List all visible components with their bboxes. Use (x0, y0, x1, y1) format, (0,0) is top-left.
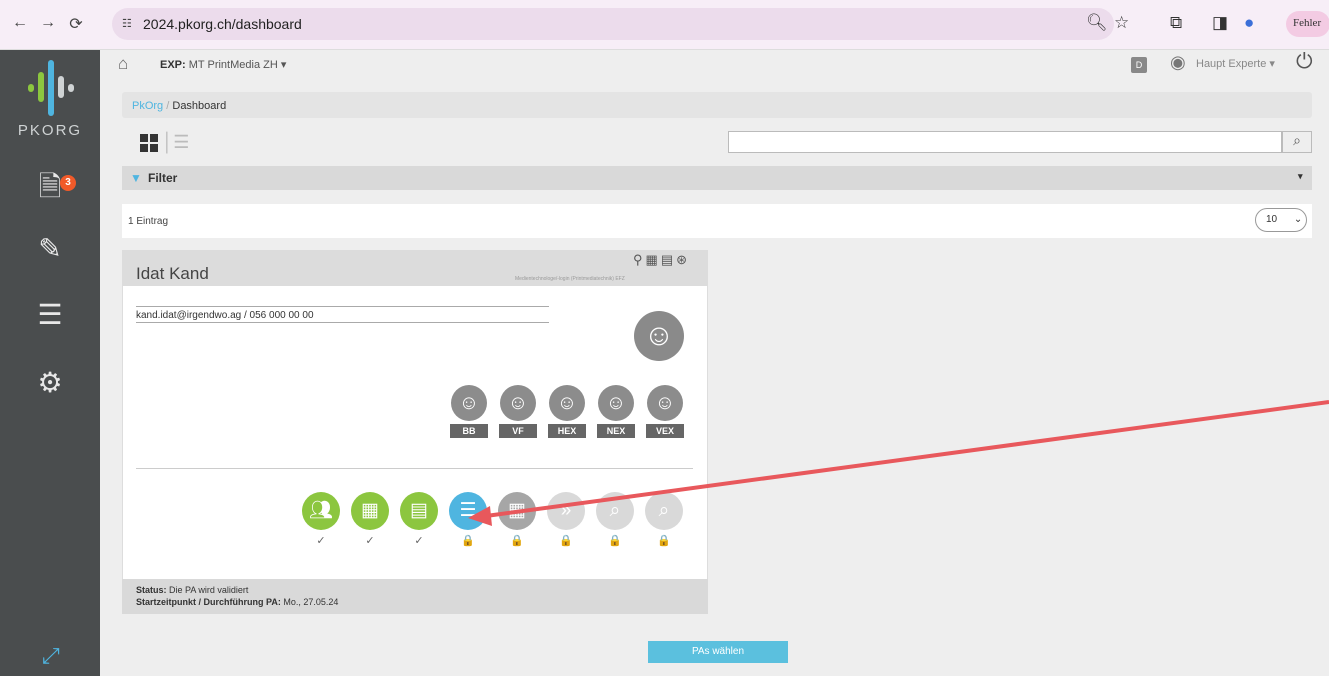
annotation-arrow (468, 400, 1329, 526)
